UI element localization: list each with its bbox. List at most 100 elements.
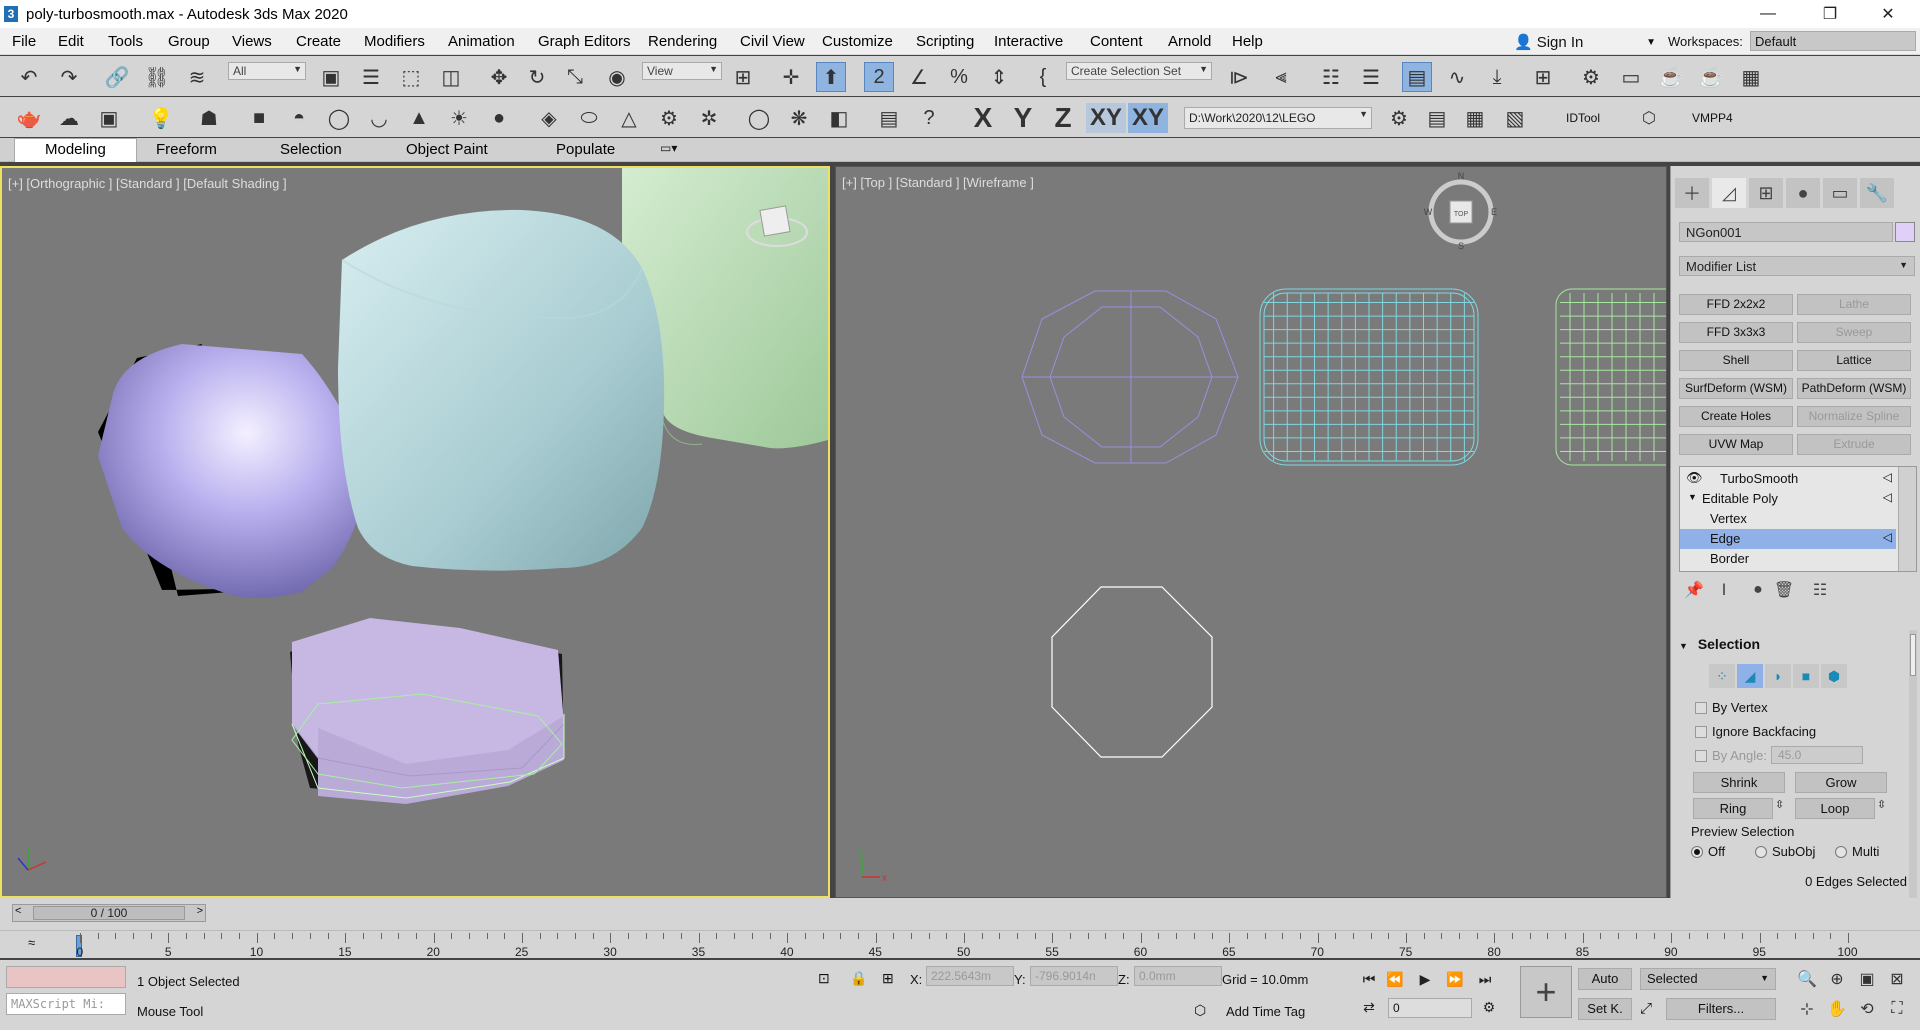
- remove-modifier-icon[interactable]: 🗑: [1773, 578, 1795, 602]
- scene-explorer-icon[interactable]: ☷: [1316, 62, 1346, 92]
- select-by-name-icon[interactable]: ☰: [356, 62, 386, 92]
- render-frame-icon[interactable]: ◧: [824, 103, 854, 133]
- loop-button[interactable]: Loop: [1795, 798, 1875, 819]
- tab-freeform[interactable]: Freeform: [156, 141, 217, 158]
- sign-in-button[interactable]: 👤 Sign In ▼: [1514, 31, 1656, 53]
- batch-render-icon[interactable]: ▤: [874, 103, 904, 133]
- tab-modeling[interactable]: Modeling: [14, 138, 137, 162]
- keyboard-shortcut-override-icon[interactable]: ⬆: [816, 62, 846, 92]
- sun-icon[interactable]: ☀: [444, 103, 474, 133]
- border-mode-icon[interactable]: ◗: [1765, 664, 1791, 688]
- hierarchy-tab-icon[interactable]: ⊞: [1749, 178, 1783, 208]
- link-icon[interactable]: 🔗: [102, 62, 132, 92]
- render-in-cloud-icon[interactable]: ▦: [1736, 62, 1766, 92]
- stack-scrollbar[interactable]: [1898, 467, 1916, 571]
- go-to-start-icon[interactable]: ⏮: [1358, 968, 1380, 990]
- y-coord-field[interactable]: -796.9014n: [1030, 966, 1118, 986]
- placement-icon[interactable]: ◉: [602, 62, 632, 92]
- pivot-center-icon[interactable]: ⊞: [728, 62, 758, 92]
- mod-uvw-map-button[interactable]: UVW Map: [1679, 434, 1793, 455]
- mod-sweep-button[interactable]: Sweep: [1797, 322, 1911, 343]
- key-mode-toggle-icon[interactable]: ⇄: [1358, 996, 1380, 1018]
- set-key-big-icon[interactable]: +: [1520, 966, 1572, 1018]
- menu-file[interactable]: File: [12, 33, 36, 50]
- mod-normalize-spline-button[interactable]: Normalize Spline: [1797, 406, 1911, 427]
- mod-lathe-button[interactable]: Lathe: [1797, 294, 1911, 315]
- vmpp-logo-icon[interactable]: ⬡: [1634, 103, 1664, 133]
- cone-icon[interactable]: ▲: [404, 103, 434, 133]
- select-object-icon[interactable]: ▣: [316, 62, 346, 92]
- render-image-icon[interactable]: ▣: [94, 103, 124, 133]
- menu-civil-view[interactable]: Civil View: [740, 33, 805, 50]
- box-primitive-icon[interactable]: ■: [244, 103, 274, 133]
- vmpp-label[interactable]: VMPP4: [1692, 111, 1733, 125]
- menu-graph-editors[interactable]: Graph Editors: [538, 33, 631, 50]
- menu-customize[interactable]: Customize: [822, 33, 893, 50]
- object-name-field[interactable]: NGon001: [1679, 222, 1893, 242]
- play-icon[interactable]: ▶: [1414, 968, 1436, 990]
- maxscript-mini-listener[interactable]: MAXScript Mi:: [6, 993, 126, 1015]
- stack-item-edge[interactable]: Edge ◁: [1680, 529, 1896, 549]
- stack-item-border[interactable]: Border: [1680, 549, 1896, 569]
- bowl-icon[interactable]: ◡: [364, 103, 394, 133]
- ring-spinner-arrows-icon[interactable]: ⇳: [1775, 798, 1784, 811]
- isolate-selection-icon[interactable]: ⊡: [818, 970, 830, 987]
- menu-animation[interactable]: Animation: [448, 33, 515, 50]
- command-panel-scrollbar[interactable]: [1909, 630, 1917, 898]
- named-selection-set-dropdown[interactable]: Create Selection Set: [1066, 62, 1212, 80]
- by-angle-checkbox[interactable]: By Angle:: [1695, 748, 1767, 763]
- hemisphere-icon[interactable]: ◓: [284, 103, 314, 133]
- go-to-end-icon[interactable]: ⏭: [1474, 968, 1496, 990]
- by-vertex-checkbox[interactable]: By Vertex: [1695, 700, 1768, 715]
- unlink-icon[interactable]: ⛓: [142, 62, 172, 92]
- field-of-view-icon[interactable]: ⊹: [1796, 998, 1818, 1020]
- key-filters-button[interactable]: Filters...: [1666, 998, 1776, 1020]
- sphere-icon[interactable]: ●: [484, 103, 514, 133]
- axis-xy-cycle-button[interactable]: XY: [1128, 103, 1168, 133]
- project-open-icon[interactable]: ▧: [1500, 103, 1530, 133]
- configure-modifier-sets-icon[interactable]: ☷: [1809, 578, 1831, 602]
- absolute-mode-icon[interactable]: ⊞: [882, 970, 894, 987]
- rendered-frame-window-icon[interactable]: ▭: [1616, 62, 1646, 92]
- biped-icon[interactable]: ☗: [194, 103, 224, 133]
- ring-button[interactable]: Ring: [1693, 798, 1773, 819]
- time-configuration-icon[interactable]: ⚙: [1478, 996, 1500, 1018]
- render-setup-icon[interactable]: ⚙: [1576, 62, 1606, 92]
- menu-edit[interactable]: Edit: [58, 33, 84, 50]
- mod-shell-button[interactable]: Shell: [1679, 350, 1793, 371]
- project-create-icon[interactable]: ▦: [1460, 103, 1490, 133]
- menu-create[interactable]: Create: [296, 33, 341, 50]
- project-folder-dropdown[interactable]: D:\Work\2020\12\LEGO: [1184, 107, 1372, 129]
- mirror-icon[interactable]: ⧐: [1224, 62, 1254, 92]
- menu-group[interactable]: Group: [168, 33, 210, 50]
- render-iterative-icon[interactable]: ☕: [1696, 62, 1726, 92]
- spinner-snap-icon[interactable]: ⇕: [984, 62, 1014, 92]
- lock-selection-icon[interactable]: 🔒: [850, 970, 867, 987]
- curve-editor-icon[interactable]: ∿: [1442, 62, 1472, 92]
- prev-frame-icon[interactable]: <: [15, 905, 21, 917]
- help-icon[interactable]: ?: [914, 103, 944, 133]
- maxscript-listener-output[interactable]: [6, 966, 126, 988]
- light-bulb-icon[interactable]: 💡: [146, 103, 176, 133]
- set-key-button[interactable]: Set K.: [1578, 998, 1632, 1020]
- polygon-mode-icon[interactable]: ■: [1793, 664, 1819, 688]
- preview-multi-radio[interactable]: Multi: [1835, 844, 1879, 859]
- menu-views[interactable]: Views: [232, 33, 272, 50]
- axis-y-button[interactable]: Y: [1008, 102, 1038, 133]
- auto-key-button[interactable]: Auto: [1578, 968, 1632, 990]
- selection-rollout-header[interactable]: ▼ Selection: [1679, 636, 1907, 656]
- menu-arnold[interactable]: Arnold: [1168, 33, 1211, 50]
- tile-icon[interactable]: ◈: [534, 103, 564, 133]
- key-filter-dropdown[interactable]: Selected: [1640, 968, 1776, 990]
- x-coord-field[interactable]: 222.5643m: [926, 966, 1014, 986]
- toggle-ribbon-icon[interactable]: ▤: [1402, 62, 1432, 92]
- edge-mode-icon[interactable]: ◢: [1737, 664, 1763, 688]
- stack-item-vertex[interactable]: Vertex: [1680, 509, 1896, 529]
- zoom-extents-icon[interactable]: ▣: [1856, 968, 1878, 990]
- bind-space-warp-icon[interactable]: ≋: [182, 62, 212, 92]
- torus-icon[interactable]: ◯: [324, 103, 354, 133]
- menu-interactive[interactable]: Interactive: [994, 33, 1063, 50]
- next-frame-icon[interactable]: >: [197, 905, 203, 917]
- motion-tab-icon[interactable]: ●: [1786, 178, 1820, 208]
- current-frame-field[interactable]: 0: [1388, 998, 1472, 1018]
